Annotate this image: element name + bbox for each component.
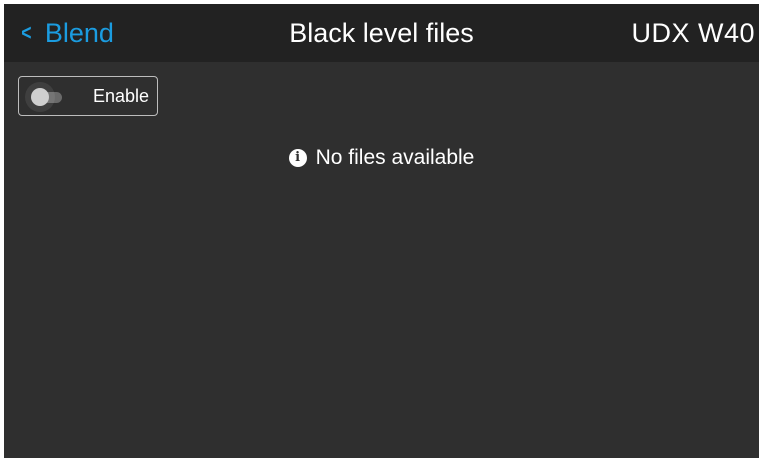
toggle-knob (31, 88, 49, 106)
app-screen: < Blend Black level files UDX W40 Enable… (4, 4, 759, 458)
enable-toggle[interactable]: Enable (18, 76, 158, 116)
empty-state-message: No files available (315, 146, 475, 169)
empty-state: i No files available (4, 144, 759, 172)
header-bar: < Blend Black level files UDX W40 (4, 4, 759, 62)
info-icon: i (288, 149, 307, 167)
enable-label: Enable (92, 86, 149, 106)
device-name: UDX W40 (631, 18, 755, 48)
